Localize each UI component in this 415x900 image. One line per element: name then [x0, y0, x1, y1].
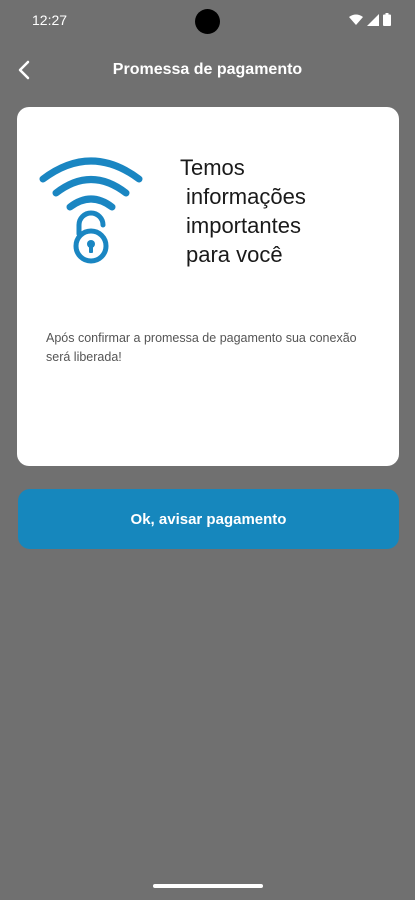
home-indicator[interactable] — [153, 884, 263, 888]
signal-icon — [367, 13, 379, 26]
status-time: 12:27 — [32, 12, 68, 28]
heading-line: importantes — [186, 213, 301, 238]
app-header: Promessa de pagamento — [0, 52, 415, 88]
card-heading: Temos informações importantes para você — [180, 153, 380, 269]
wifi-icon — [349, 14, 363, 25]
status-icons — [349, 13, 391, 26]
heading-line: para você — [186, 242, 283, 267]
page-title: Promessa de pagamento — [112, 61, 303, 78]
confirm-payment-button[interactable]: Ok, avisar pagamento — [18, 489, 399, 549]
camera-cutout — [195, 9, 220, 34]
card-body-text: Após confirmar a promessa de pagamento s… — [46, 331, 357, 364]
info-card: Temos informações importantes para você … — [17, 107, 399, 466]
status-bar: 12:27 — [0, 0, 415, 40]
heading-line: Temos — [180, 155, 245, 180]
heading-line: informações — [186, 184, 306, 209]
wifi-lock-icon — [39, 153, 143, 270]
battery-icon — [383, 13, 391, 26]
